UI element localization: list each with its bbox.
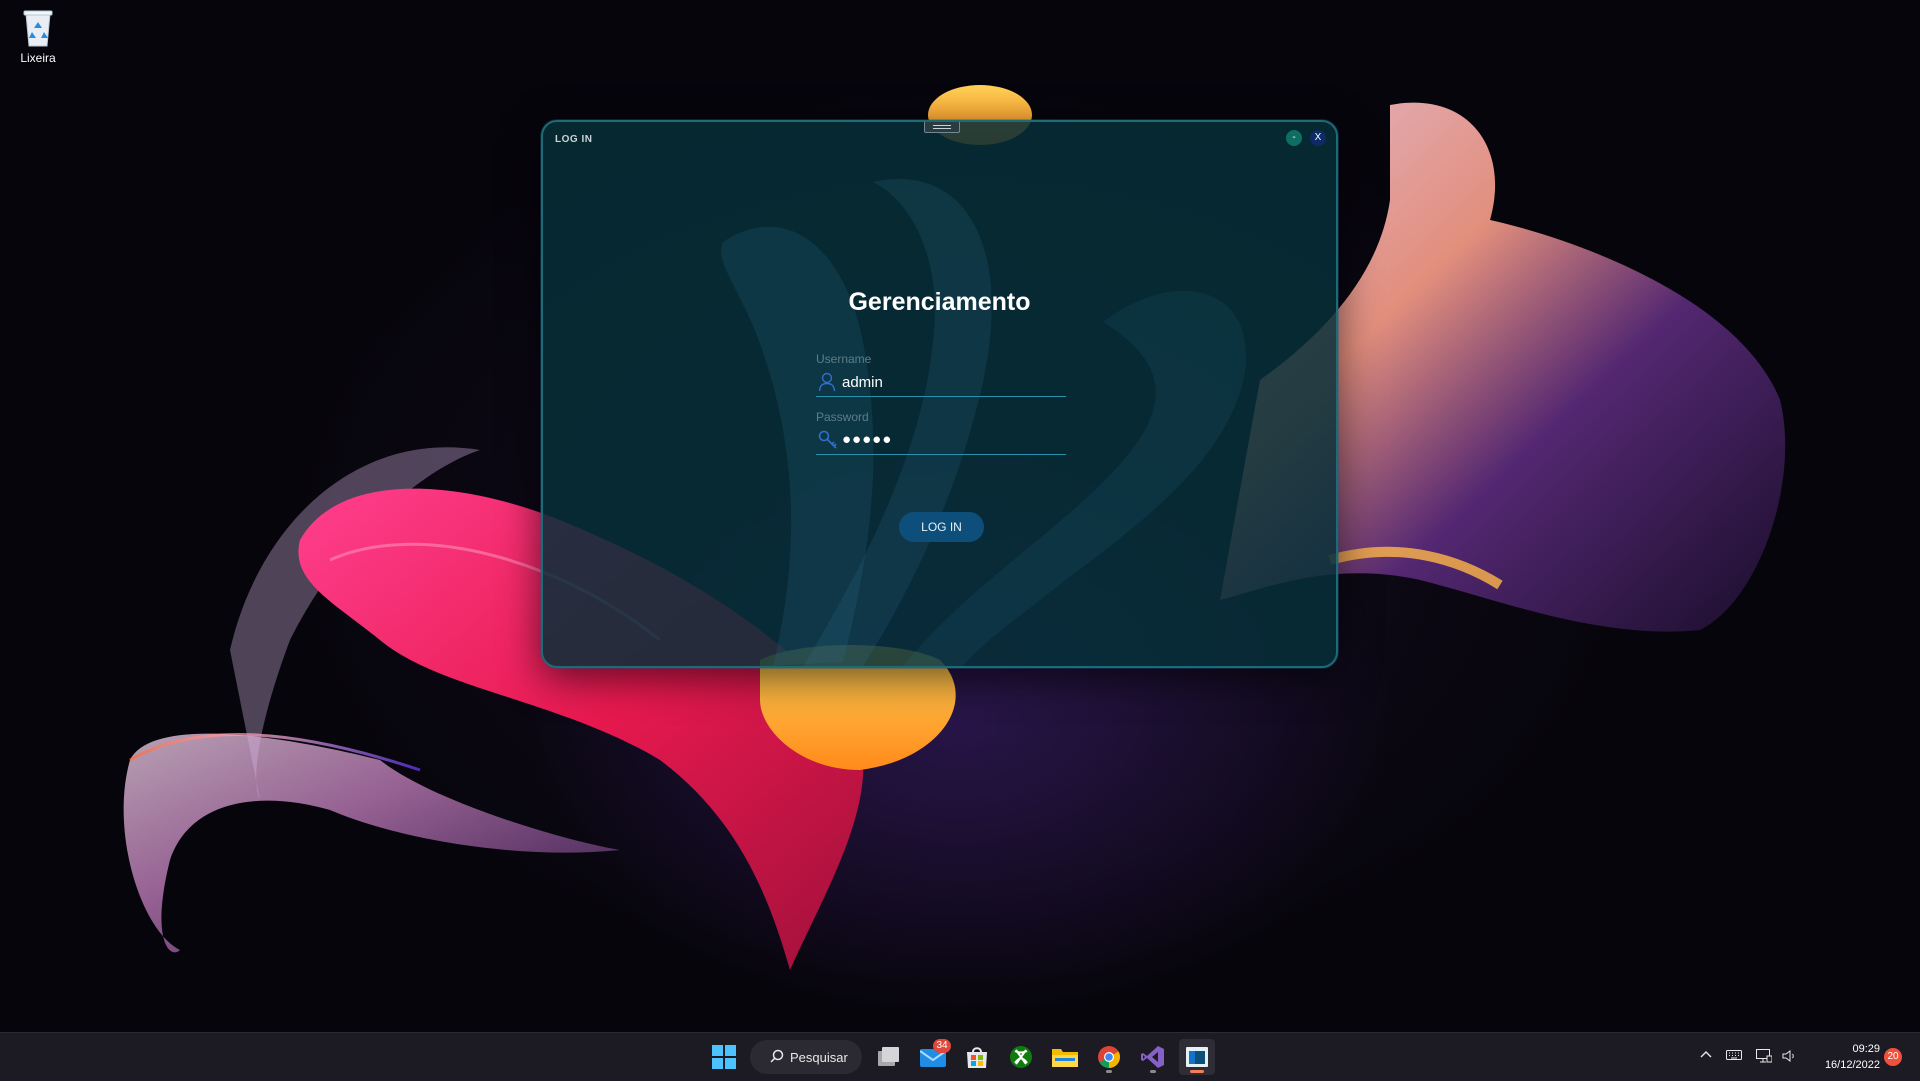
chevron-up-icon[interactable]: [1700, 1049, 1712, 1061]
password-field[interactable]: ●●●●●: [816, 426, 1066, 455]
username-field[interactable]: admin: [816, 368, 1066, 397]
password-value: ●●●●●: [842, 431, 893, 448]
desktop-icon-recycle-bin[interactable]: Lixeira: [14, 8, 62, 65]
drag-handle[interactable]: [924, 122, 960, 133]
xbox-button[interactable]: [1003, 1039, 1039, 1075]
close-button[interactable]: X: [1310, 130, 1326, 146]
taskbar: Pesquisar 34 09:29 16/12/2022 20: [0, 1032, 1920, 1081]
app-heading: Gerenciamento: [848, 288, 1031, 316]
start-button[interactable]: [706, 1039, 742, 1075]
running-indicator: [1106, 1070, 1112, 1073]
taskbar-clock[interactable]: 09:29 16/12/2022: [1800, 1041, 1880, 1073]
desktop: Lixeira LOG IN - X Gerenciamento Usernam…: [0, 0, 1920, 1032]
task-view-button[interactable]: [871, 1039, 907, 1075]
desktop-icon-label: Lixeira: [20, 51, 56, 65]
keyboard-icon[interactable]: [1726, 1049, 1742, 1061]
chrome-icon: [1098, 1046, 1120, 1068]
folder-icon: [1052, 1049, 1078, 1067]
xbox-icon: [1010, 1046, 1032, 1068]
clock-date: 16/12/2022: [1824, 1059, 1880, 1071]
window-title: LOG IN: [555, 134, 593, 145]
mail-badge: 34: [933, 1039, 951, 1053]
search-label: Pesquisar: [790, 1050, 848, 1065]
search-icon: [770, 1049, 784, 1063]
clock-time: 09:29: [1852, 1043, 1880, 1055]
store-button[interactable]: [959, 1039, 995, 1075]
password-label: Password: [816, 410, 869, 424]
network-icon[interactable]: [1756, 1049, 1772, 1063]
running-indicator: [1150, 1070, 1156, 1073]
login-window: LOG IN - X Gerenciamento Username admin …: [541, 120, 1338, 668]
key-icon: [818, 430, 837, 449]
visual-studio-icon: [1141, 1046, 1164, 1068]
username-label: Username: [816, 352, 872, 366]
login-button[interactable]: LOG IN: [899, 512, 984, 542]
visual-studio-button[interactable]: [1135, 1039, 1171, 1075]
task-view-icon: [878, 1047, 899, 1066]
app-window-icon: [1186, 1047, 1208, 1067]
file-explorer-button[interactable]: [1047, 1039, 1083, 1075]
user-icon: [818, 372, 836, 392]
username-value: admin: [842, 374, 883, 391]
login-app-button[interactable]: [1179, 1039, 1215, 1075]
mail-button[interactable]: 34: [915, 1039, 951, 1075]
recycle-bin-icon: [23, 10, 53, 47]
volume-icon[interactable]: [1782, 1049, 1798, 1063]
minimize-button[interactable]: -: [1286, 130, 1302, 146]
taskbar-search[interactable]: Pesquisar: [750, 1040, 862, 1074]
notification-badge[interactable]: 20: [1884, 1048, 1902, 1066]
chrome-button[interactable]: [1091, 1039, 1127, 1075]
store-icon: [967, 1047, 987, 1068]
active-indicator: [1190, 1070, 1204, 1073]
windows-logo-icon: [712, 1045, 736, 1069]
